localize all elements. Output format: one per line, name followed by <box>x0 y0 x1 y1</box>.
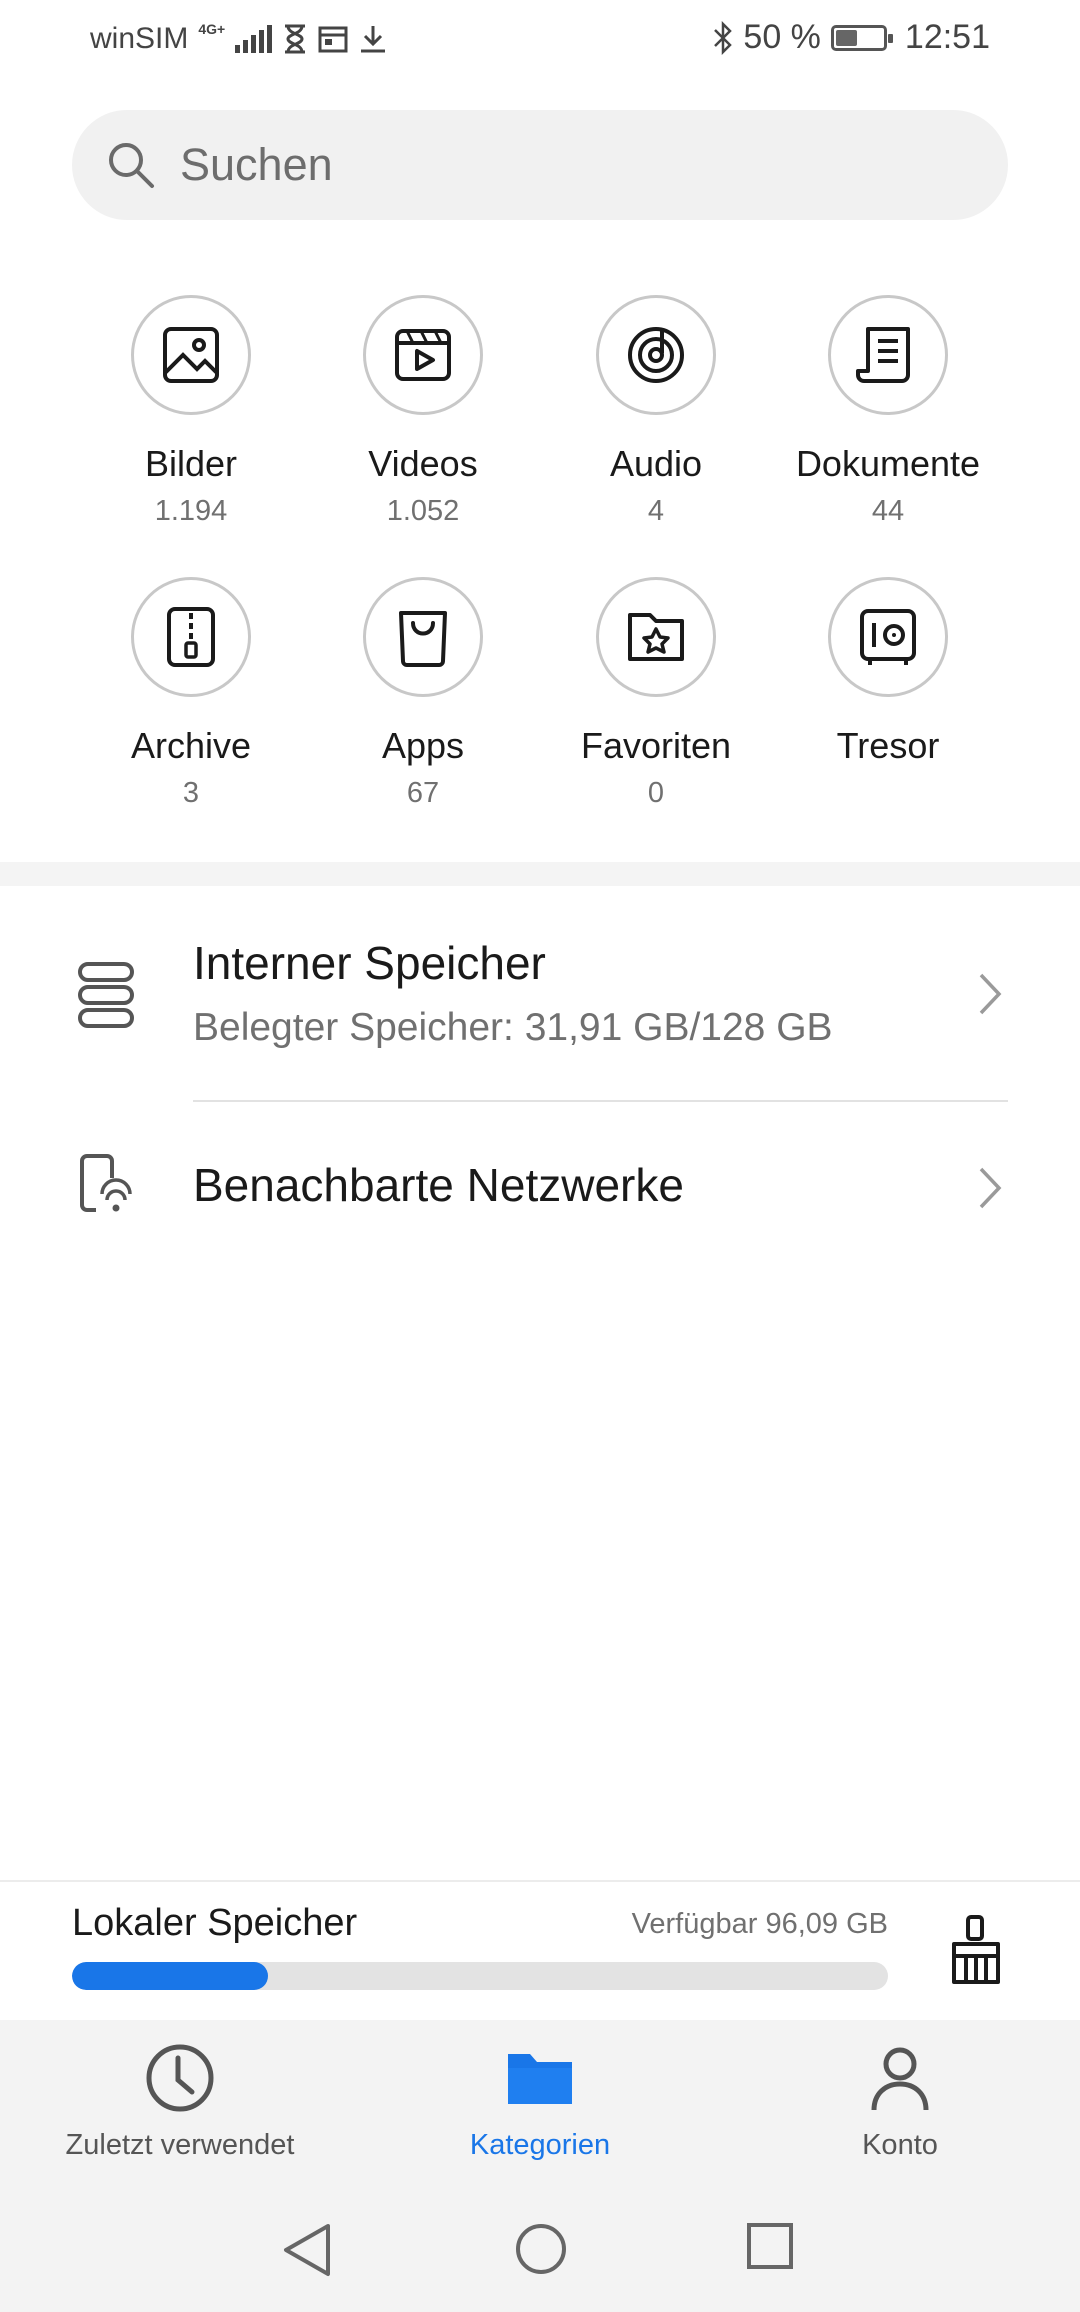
list-divider <box>193 1100 1008 1102</box>
category-count: 44 <box>871 495 905 527</box>
bottom-navigation: Zuletzt verwendet Kategorien Konto <box>0 2020 1080 2192</box>
account-icon <box>871 2047 929 2111</box>
storage-icon <box>78 962 134 1028</box>
nearby-network-icon <box>80 1154 136 1218</box>
favorites-icon <box>628 613 684 661</box>
category-label: Videos <box>368 443 478 484</box>
category-label: Tresor <box>836 725 940 766</box>
category-archive[interactable]: Archive 3 <box>71 577 311 810</box>
download-icon <box>361 26 386 53</box>
nearby-networks-row[interactable]: Benachbarte Netzwerke <box>0 1130 1080 1250</box>
calendar-icon <box>318 26 348 53</box>
storage-progress-bar <box>72 1962 888 1990</box>
category-count: 1.052 <box>386 495 460 527</box>
signal-icon <box>235 25 273 53</box>
network-type: 4G+ <box>198 21 226 37</box>
tab-konto[interactable]: Konto <box>720 2042 1080 2162</box>
system-navigation-bar <box>0 2192 1080 2312</box>
category-label: Favoriten <box>580 725 732 766</box>
safe-icon <box>860 609 916 665</box>
category-count: 1.194 <box>154 495 228 527</box>
battery-icon <box>830 24 893 51</box>
category-label: Apps <box>381 725 465 766</box>
category-bilder[interactable]: Bilder 1.194 <box>71 295 311 528</box>
video-icon <box>395 329 451 381</box>
archive-icon <box>167 607 215 667</box>
home-icon[interactable] <box>514 2222 568 2276</box>
local-storage-panel: Lokaler Speicher Verfügbar 96,09 GB <box>0 1880 1080 2020</box>
category-apps[interactable]: Apps 67 <box>303 577 543 810</box>
category-tresor[interactable]: Tresor <box>768 577 1008 777</box>
category-favoriten[interactable]: Favoriten 0 <box>536 577 776 810</box>
clock-time: 12:51 <box>904 18 990 56</box>
tab-label: Kategorien <box>469 2129 611 2161</box>
status-bar: winSIM 4G+ 50 % 12:51 <box>0 0 1080 80</box>
bluetooth-icon <box>714 20 733 55</box>
category-label: Dokumente <box>795 443 981 484</box>
nearby-networks-title: Benachbarte Netzwerke <box>193 1159 684 1211</box>
category-audio[interactable]: Audio 4 <box>536 295 776 528</box>
carrier-name: winSIM <box>90 22 189 55</box>
tab-kategorien[interactable]: Kategorien <box>360 2042 720 2162</box>
internal-storage-title: Interner Speicher <box>193 937 546 989</box>
search-input[interactable] <box>180 139 940 191</box>
chevron-right-icon <box>979 1167 1002 1209</box>
back-icon[interactable] <box>282 2222 332 2278</box>
search-icon <box>109 143 154 188</box>
category-dokumente[interactable]: Dokumente 44 <box>768 295 1008 528</box>
category-count: 4 <box>647 495 665 527</box>
section-divider <box>0 862 1080 886</box>
apps-bag-icon <box>399 611 447 667</box>
category-videos[interactable]: Videos 1.052 <box>303 295 543 528</box>
internal-storage-usage: Belegter Speicher: 31,91 GB/128 GB <box>193 1006 833 1049</box>
clock-icon <box>146 2044 214 2112</box>
storage-progress-fill <box>72 1962 268 1990</box>
recents-icon[interactable] <box>746 2222 794 2270</box>
category-label: Archive <box>130 725 252 766</box>
clean-button[interactable] <box>948 1914 1004 1991</box>
tab-zuletzt-verwendet[interactable]: Zuletzt verwendet <box>0 2042 360 2162</box>
search-bar[interactable] <box>72 110 1008 220</box>
hourglass-icon <box>285 24 306 54</box>
audio-icon <box>628 327 684 383</box>
clean-broom-icon <box>952 1915 1000 1984</box>
category-count: 3 <box>182 777 200 809</box>
local-storage-title: Lokaler Speicher <box>72 1902 358 1944</box>
internal-storage-row[interactable]: Interner Speicher Belegter Speicher: 31,… <box>0 930 1080 1100</box>
storage-available: Verfügbar 96,09 GB <box>631 1908 888 1940</box>
chevron-right-icon <box>979 973 1002 1015</box>
folder-icon <box>508 2054 572 2104</box>
image-icon <box>163 327 219 383</box>
document-icon <box>856 327 910 383</box>
category-label: Audio <box>609 443 703 484</box>
category-count: 67 <box>406 777 440 809</box>
tab-label: Konto <box>862 2129 938 2161</box>
category-count: 0 <box>647 777 665 809</box>
tab-label: Zuletzt verwendet <box>65 2129 295 2161</box>
battery-percent: 50 % <box>743 18 821 56</box>
category-label: Bilder <box>144 443 238 484</box>
